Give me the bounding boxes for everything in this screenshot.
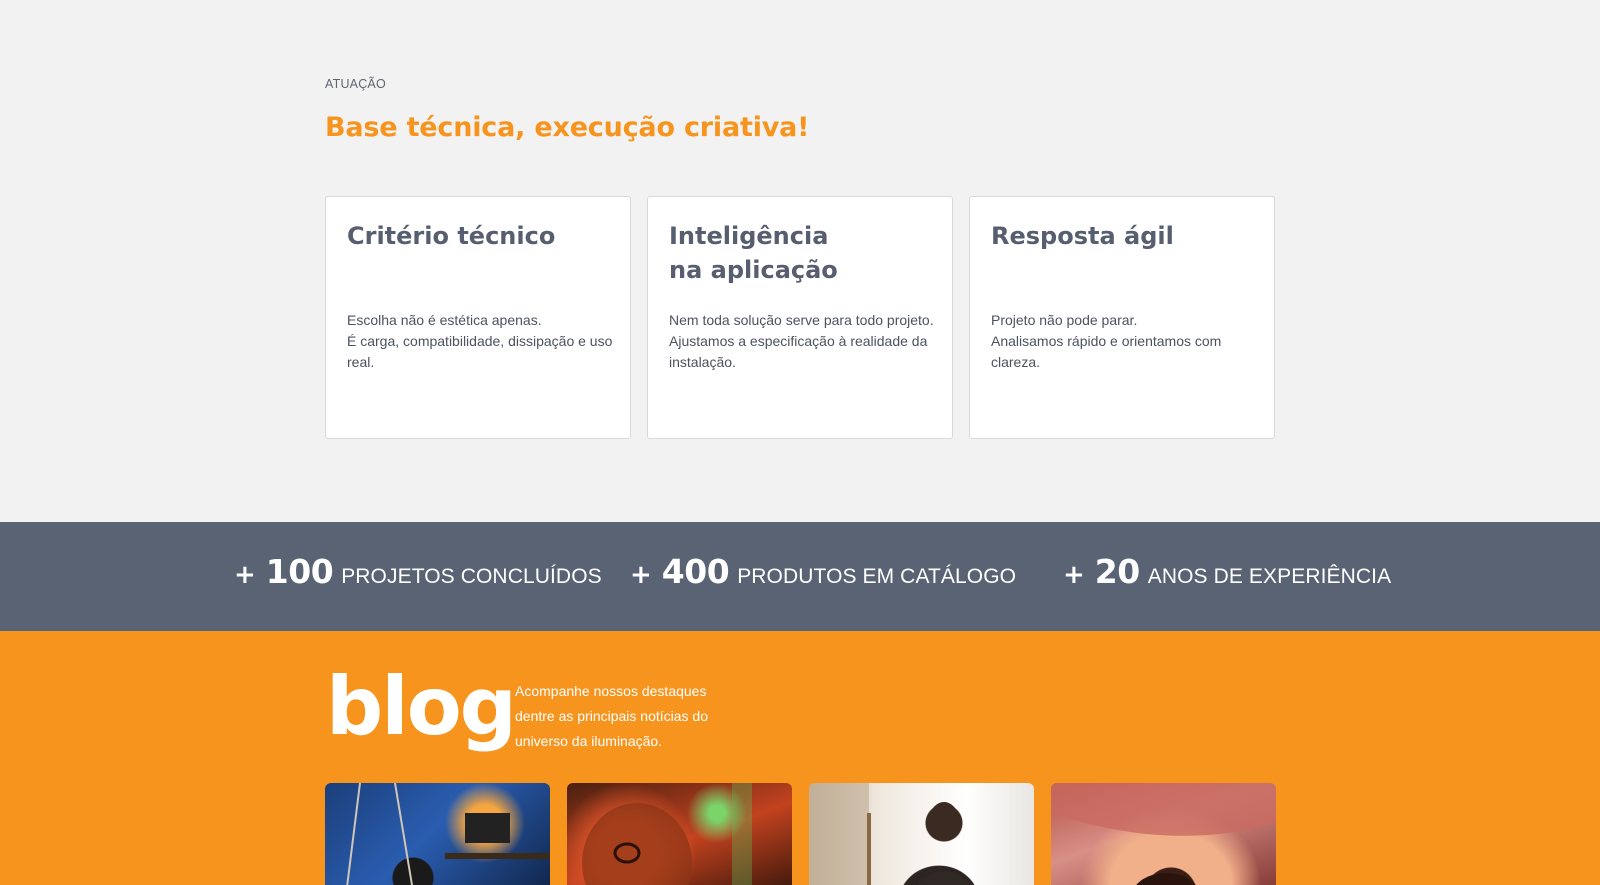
blog-thumbnail-2[interactable] [567,783,792,885]
feature-card-inteligencia-aplicacao: Inteligência na aplicação Nem toda soluç… [647,196,953,439]
stat-label: PROJETOS CONCLUÍDOS [341,565,602,588]
thumbnail-image [809,783,971,885]
stat-number: 20 [1094,552,1140,591]
card-text: Projeto não pode parar. Analisamos rápid… [991,312,1222,370]
card-title: Critério técnico [347,222,556,250]
thumbnail-image [582,783,752,885]
stat-anos: + 20 ANOS DE EXPERIÊNCIA [1063,552,1391,591]
card-text: Nem toda solução serve para todo projeto… [669,312,934,370]
blog-description: Acompanhe nossos destaques dentre as pri… [515,683,708,749]
stat-plus: + [234,560,256,590]
blog-thumbnail-1[interactable] [325,783,550,885]
section-title: Base técnica, execução criativa! [325,112,810,143]
feature-card-resposta-agil: Resposta ágil Projeto não pode parar. An… [969,196,1275,439]
stat-produtos: + 400 PRODUTOS EM CATÁLOGO [630,552,1016,591]
card-title: Resposta ágil [991,222,1174,250]
stat-number: 400 [661,552,730,591]
blog-thumbnail-3[interactable] [809,783,1034,885]
stats-bar: + 100 PROJETOS CONCLUÍDOS + 400 PRODUTOS… [0,522,1600,631]
stat-plus: + [630,560,652,590]
stat-label: ANOS DE EXPERIÊNCIA [1147,565,1392,588]
card-title: Inteligência na aplicação [669,222,838,284]
stat-plus: + [1063,560,1085,590]
blog-thumbnail-4[interactable] [1051,783,1276,885]
atuacao-section: ATUAÇÃO Base técnica, execução criativa!… [0,0,1600,522]
thumbnail-image [1051,783,1276,885]
blog-title: blog [326,660,517,753]
section-eyebrow: ATUAÇÃO [325,77,386,91]
stat-label: PRODUTOS EM CATÁLOGO [737,565,1017,588]
stat-projetos: + 100 PROJETOS CONCLUÍDOS [234,552,602,591]
blog-section: blog Acompanhe nossos destaques dentre a… [0,631,1600,885]
feature-card-criterio-tecnico: Critério técnico Escolha não é estética … [325,196,631,439]
stat-number: 100 [265,552,334,591]
thumbnail-image [346,783,550,885]
card-text: Escolha não é estética apenas. É carga, … [347,312,613,370]
